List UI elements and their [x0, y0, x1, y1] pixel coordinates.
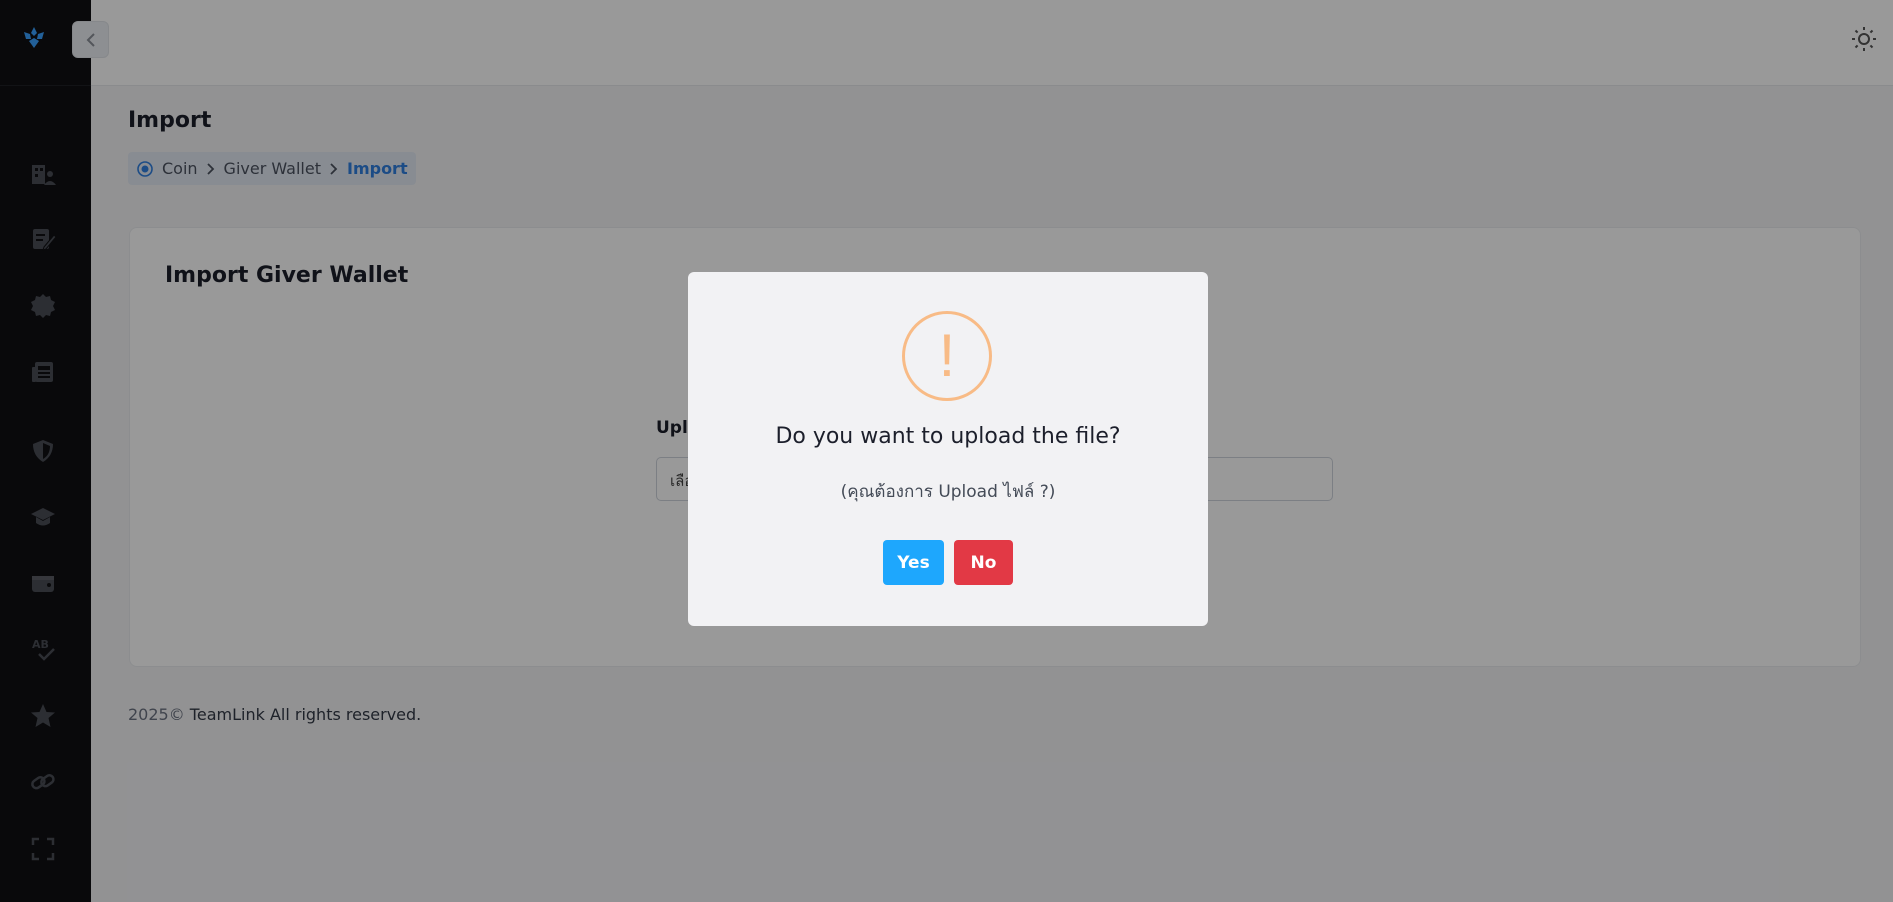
no-button[interactable]: No	[954, 540, 1013, 585]
warning-icon: !	[902, 311, 992, 401]
dialog-subtitle: (คุณต้องการ Upload ไฟล์ ?)	[840, 482, 1056, 502]
yes-button[interactable]: Yes	[883, 540, 944, 585]
dialog-title: Do you want to upload the file?	[775, 424, 1121, 449]
confirm-upload-dialog: ! Do you want to upload the file? (คุณต้…	[688, 272, 1208, 626]
